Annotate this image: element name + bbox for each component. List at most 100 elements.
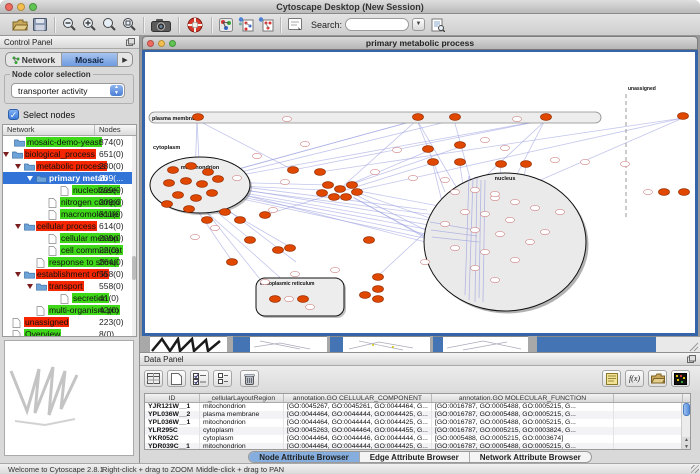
network-node-selected[interactable]: [541, 114, 552, 121]
tree-row[interactable]: secretion41(0): [3, 292, 136, 304]
table-cell[interactable]: [614, 403, 683, 411]
window-resize-corner[interactable]: [656, 336, 700, 352]
float-panel-icon[interactable]: [126, 38, 135, 46]
select-nodes-checkbox[interactable]: ✓: [8, 109, 19, 120]
tree-header-network[interactable]: Network: [3, 125, 95, 135]
network-node-selected[interactable]: [659, 189, 670, 196]
table-row[interactable]: YJR121W__1mitochondrion[GO:0045267, GO:0…: [145, 403, 690, 411]
table-row[interactable]: YPL036W__2plasma membrane[GO:0044464, GO…: [145, 411, 690, 419]
annotation-icon[interactable]: [285, 15, 305, 34]
network-node-selected[interactable]: [315, 169, 326, 176]
network-node-selected[interactable]: [168, 167, 179, 174]
network-node-selected[interactable]: [317, 190, 328, 197]
network-node[interactable]: [644, 189, 653, 194]
camera-icon[interactable]: [148, 15, 174, 34]
table-cell[interactable]: [614, 443, 683, 450]
network-node[interactable]: [481, 211, 490, 216]
tree-row[interactable]: multi-organism pro42(0): [3, 304, 136, 316]
tree-row[interactable]: unassigned223(0): [3, 316, 136, 328]
network-node[interactable]: [513, 116, 522, 121]
network-node-selected[interactable]: [260, 212, 271, 219]
network-node-selected[interactable]: [335, 186, 346, 193]
table-cell[interactable]: [GO:0045267, GO:0045261, GO:0044464, G..…: [284, 403, 432, 411]
table-cell[interactable]: YDR039C__1: [145, 443, 200, 450]
network-node[interactable]: [621, 161, 630, 166]
network-node-selected[interactable]: [186, 163, 197, 170]
create-network-icon[interactable]: [236, 15, 256, 34]
merge-network-icon[interactable]: [256, 15, 276, 34]
tree-row[interactable]: response to stimul264(0): [3, 256, 136, 268]
zoom-in-icon[interactable]: [79, 15, 99, 34]
help-icon[interactable]: [183, 15, 207, 34]
resize-grip[interactable]: [691, 465, 699, 473]
network-node[interactable]: [531, 205, 540, 210]
network-node-selected[interactable]: [164, 180, 175, 187]
network-node-selected[interactable]: [220, 209, 231, 216]
search-advanced-icon[interactable]: [428, 15, 448, 34]
tree-row[interactable]: nitrogen compo209(0): [3, 196, 136, 208]
network-node[interactable]: [285, 296, 294, 301]
zoom-selected-icon[interactable]: [99, 15, 119, 34]
background-window-fragment[interactable]: [343, 336, 430, 352]
table-column-header[interactable]: _cellularLayoutRegion: [200, 394, 284, 402]
network-node[interactable]: [506, 217, 515, 222]
network-canvas[interactable]: plasma membranecytoplasmmitochondrionnuc…: [145, 52, 695, 333]
network-node[interactable]: [211, 225, 220, 230]
network-node[interactable]: [233, 175, 242, 180]
background-window-frame[interactable]: [537, 336, 656, 352]
network-node-selected[interactable]: [162, 201, 173, 208]
table-column-header[interactable]: annotation.GO CELLULAR_COMPONENT: [284, 394, 432, 402]
tree-row[interactable]: metabolic process280(0): [3, 160, 136, 172]
table-cell[interactable]: [GO:0016787, GO:0005488, GO:0005215, G..…: [432, 419, 614, 427]
vizmapper-icon[interactable]: [216, 15, 236, 34]
network-node-selected[interactable]: [323, 182, 334, 189]
table-column-header[interactable]: ID: [145, 394, 200, 402]
network-node[interactable]: [511, 199, 520, 204]
node-color-dropdown[interactable]: transporter activity ▲▼: [11, 83, 125, 98]
select-attributes-icon[interactable]: [144, 370, 163, 387]
table-cell[interactable]: [614, 427, 683, 435]
table-cell[interactable]: [GO:0016787, GO:0005215, GO:0003824, G..…: [432, 427, 614, 435]
tree-row[interactable]: cellular process614(0): [3, 220, 136, 232]
search-dropdown-button[interactable]: ▼: [412, 18, 425, 31]
network-edge[interactable]: [513, 120, 545, 182]
table-cell[interactable]: cytoplasm: [200, 435, 284, 443]
network-node[interactable]: [331, 267, 340, 272]
network-node-selected[interactable]: [197, 181, 208, 188]
network-node[interactable]: [511, 257, 520, 262]
network-node[interactable]: [441, 221, 450, 226]
network-view-window[interactable]: primary metabolic process plasma membran…: [142, 36, 698, 336]
network-node[interactable]: [393, 147, 402, 152]
network-node-selected[interactable]: [227, 259, 238, 266]
table-cell[interactable]: [GO:0005488, GO:0005215, GO:0003674]: [432, 435, 614, 443]
network-node-selected[interactable]: [373, 296, 384, 303]
notepad-icon[interactable]: [602, 370, 621, 387]
table-cell[interactable]: [GO:0044464, GO:0044444, GO:0044425, G..…: [284, 411, 432, 419]
table-cell[interactable]: plasma membrane: [200, 411, 284, 419]
network-node[interactable]: [283, 116, 292, 121]
save-icon[interactable]: [30, 15, 50, 34]
network-node-selected[interactable]: [184, 206, 195, 213]
tree-scrollbar[interactable]: [132, 136, 136, 337]
background-window-fragment[interactable]: [150, 336, 227, 352]
network-node-selected[interactable]: [173, 192, 184, 199]
table-cell[interactable]: cytoplasm: [200, 427, 284, 435]
network-node[interactable]: [471, 187, 480, 192]
network-node-selected[interactable]: [329, 194, 340, 201]
zoom-fit-icon[interactable]: [119, 15, 139, 34]
expander-icon[interactable]: [27, 284, 33, 289]
network-node-selected[interactable]: [181, 178, 192, 185]
network-node[interactable]: [556, 209, 565, 214]
network-node-selected[interactable]: [373, 274, 384, 281]
tree-row[interactable]: primary metab209(...: [3, 172, 136, 184]
network-node-selected[interactable]: [203, 169, 214, 176]
float-panel-icon[interactable]: [687, 355, 696, 363]
network-node[interactable]: [481, 137, 490, 142]
network-node-selected[interactable]: [352, 189, 363, 196]
network-node-selected[interactable]: [678, 113, 689, 120]
table-cell[interactable]: [GO:0016787, GO:0005488, GO:0005215, G..…: [432, 403, 614, 411]
region-plasma-membrane[interactable]: [149, 112, 601, 123]
network-node[interactable]: [581, 159, 590, 164]
network-node[interactable]: [471, 227, 480, 232]
network-node[interactable]: [421, 259, 430, 264]
